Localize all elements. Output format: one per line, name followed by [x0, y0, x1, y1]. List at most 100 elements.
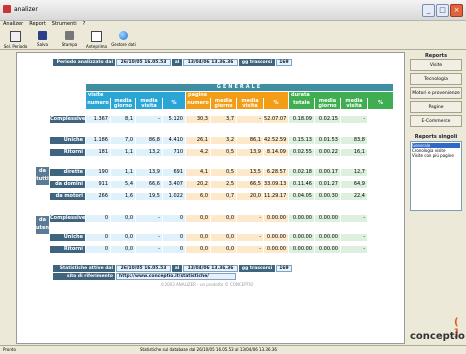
report-document: Periodo analizzato dal 26/10/05 16.05.53… [16, 52, 405, 344]
column-header: media visita [237, 98, 263, 109]
table-cell: 5.120 [163, 116, 185, 123]
table-cell: 691 [163, 169, 185, 176]
row-label: da domini [50, 181, 85, 188]
table-cell: 1,1 [111, 149, 135, 156]
status-text: Statistiche sul database dal 26/10/05 16… [140, 347, 277, 352]
ecommerce-button[interactable]: E-Commerce [410, 115, 462, 127]
column-header: % [264, 98, 288, 109]
table-cell: 0,0 [186, 215, 210, 222]
select-period-button[interactable]: Sel. Periodo [2, 28, 29, 49]
row-label: Ritorni [50, 149, 85, 156]
table-cell: 181 [86, 149, 110, 156]
column-header: media giorno [315, 98, 340, 109]
table-cell: 13,9 [136, 169, 162, 176]
table-cell: 0,0 [211, 215, 236, 222]
table-cell: 2,5 [211, 181, 236, 188]
row-label: Uniche [50, 137, 85, 144]
table-cell: 8,1 [111, 116, 135, 123]
table-cell: 8.14.09 [264, 149, 288, 156]
table-cell: 0.00.00 [264, 246, 288, 253]
motori-button[interactable]: Motori e provenienze [410, 87, 462, 99]
menu-analizer[interactable]: Analizer [3, 20, 23, 28]
menu-report[interactable]: Report [29, 20, 46, 28]
table-cell: - [341, 116, 367, 123]
period-to: 13/04/06 13.36.36 [183, 59, 238, 66]
table-cell: 0,0 [211, 246, 236, 253]
table-cell: 20,2 [186, 181, 210, 188]
row-label: Uniche [50, 234, 85, 241]
stats-days-label: gg trascorsi [239, 265, 275, 272]
table-cell: 13,5 [237, 169, 263, 176]
table-cell: 86,8 [136, 137, 162, 144]
column-header: media giorno [111, 98, 135, 109]
table-cell: 0.00.00 [289, 234, 314, 241]
ignoti-label: da utenti [36, 216, 53, 234]
sidebar: Reports Visite Tecnologia Motori e prove… [407, 50, 466, 350]
site-label: sito di riferimento [53, 273, 115, 280]
table-cell: 66,6 [136, 181, 162, 188]
maximize-button[interactable]: □ [436, 4, 449, 17]
table-cell: 0.01.53 [315, 137, 340, 144]
table-cell: - [136, 234, 162, 241]
table-cell: 0,0 [211, 234, 236, 241]
table-cell: 13,2 [136, 149, 162, 156]
visite-button[interactable]: Visite [410, 59, 462, 71]
table-cell: 7,0 [111, 137, 135, 144]
site-url[interactable]: http://www.conceptio.it/statistiche/ [116, 273, 236, 280]
data-manager-button[interactable]: Gestore dati [110, 28, 137, 49]
column-header: media visita [136, 98, 162, 109]
period-al: al [172, 59, 182, 66]
table-cell: 0.00.00 [264, 234, 288, 241]
table-cell: 83,8 [341, 137, 367, 144]
column-header: numero [86, 98, 110, 109]
table-cell: 52.07.07 [264, 116, 288, 123]
printer-icon [65, 31, 74, 40]
menu-bar: Analizer Report Strumenti ? [0, 20, 466, 28]
table-cell: - [237, 215, 263, 222]
stats-label: Statistiche attive dal [53, 265, 115, 272]
table-cell: 42.52.59 [264, 137, 288, 144]
table-cell: 19,5 [136, 193, 162, 200]
single-reports-list[interactable]: Generale Cronologia visite Visite con pi… [410, 141, 462, 211]
calendar-icon [10, 31, 21, 42]
pagine-button[interactable]: Pagine [410, 101, 462, 113]
logo-text: conceptio [410, 331, 465, 342]
table-cell: 3,7 [211, 116, 236, 123]
period-from: 26/10/05 16.05.53 [116, 59, 171, 66]
list-item[interactable]: Visite con più pagine [412, 153, 460, 158]
stats-days: 169 [276, 265, 292, 272]
table-cell: 12,7 [341, 169, 367, 176]
column-header: % [163, 98, 185, 109]
table-cell: 0 [163, 215, 185, 222]
table-cell: 0.02.15 [315, 116, 340, 123]
app-icon [3, 5, 11, 13]
table-cell: 0,0 [111, 215, 135, 222]
table-cell: 3,2 [211, 137, 236, 144]
table-cell: 1,1 [111, 169, 135, 176]
table-cell: - [237, 116, 263, 123]
column-header: totale [289, 98, 314, 109]
menu-help[interactable]: ? [83, 20, 86, 28]
window-title: analizer [14, 6, 38, 13]
close-button[interactable]: × [450, 4, 463, 17]
table-cell: 0.00.00 [289, 246, 314, 253]
print-button[interactable]: Stampa [56, 28, 83, 49]
table-cell: 26,1 [186, 137, 210, 144]
row-label: dirette [50, 169, 85, 176]
save-button[interactable]: Salva [29, 28, 56, 49]
tecnologia-button[interactable]: Tecnologia [410, 73, 462, 85]
row-label: Complessive [50, 215, 86, 222]
preview-icon [91, 31, 102, 42]
noti-label: da tutti [36, 167, 49, 185]
table-cell: 64,9 [341, 181, 367, 188]
table-cell: 0.00.00 [315, 246, 340, 253]
table-cell: - [136, 215, 162, 222]
table-cell: 0.11.46 [289, 181, 314, 188]
single-reports-title: Reports singoli [414, 134, 458, 140]
preview-button[interactable]: Anteprima [83, 28, 110, 49]
minimize-button[interactable]: _ [422, 4, 435, 17]
table-cell: 30,3 [186, 116, 210, 123]
table-cell: 266 [86, 193, 110, 200]
table-cell: 4,1 [186, 169, 210, 176]
menu-strumenti[interactable]: Strumenti [52, 20, 77, 28]
